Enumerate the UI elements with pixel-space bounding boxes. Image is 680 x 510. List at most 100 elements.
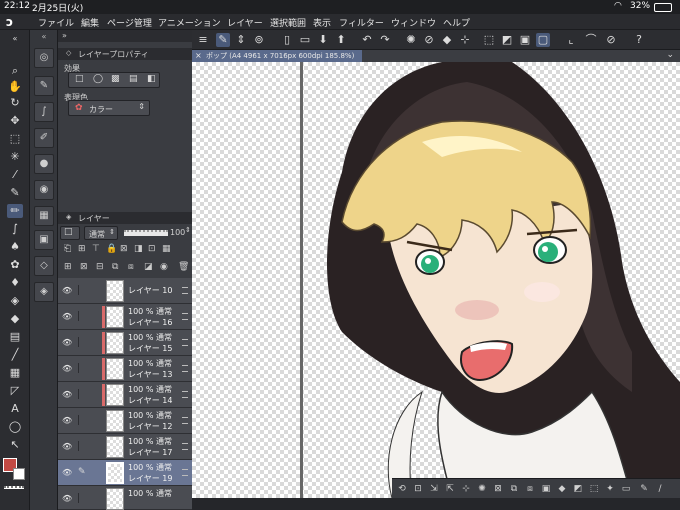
eye-icon[interactable]: 👁 [62,442,72,451]
collapse-icon[interactable]: « [30,32,58,41]
deselect-icon[interactable]: ⬚ [482,33,496,47]
line-icon[interactable]: ╱ [7,348,23,362]
chevron-updown-icon[interactable]: ⇕ [234,33,248,47]
opacity-value[interactable]: 100 [170,228,185,237]
color-set-icon[interactable]: ▦ [34,206,54,226]
tone-effect-icon[interactable]: ◯ [93,74,103,84]
eye-icon[interactable]: 👁 [62,338,72,347]
transform-icon[interactable]: ⊹ [458,33,472,47]
show-selection-icon[interactable]: ▣ [518,33,532,47]
tone-icon[interactable]: ◩ [572,483,584,495]
hand-icon[interactable]: ✋ [7,80,23,94]
save-icon[interactable]: ⬇ [316,33,330,47]
new-vector-layer-icon[interactable]: ⊠ [80,262,88,272]
mask-create-icon[interactable]: ◉ [160,262,168,272]
crop-icon[interactable]: ⊡ [412,483,424,495]
drag-handle-icon[interactable] [182,313,188,320]
help-icon[interactable]: ? [632,33,646,47]
snap-special-icon[interactable]: ⌒ [584,33,598,47]
snap-icon[interactable]: ▢ [536,33,550,47]
history-icon[interactable]: ▣ [34,230,54,250]
eye-icon[interactable]: 👁 [62,468,72,477]
drag-handle-icon[interactable] [182,391,188,398]
layer-row[interactable]: 👁 100 % 通常 レイヤー 12 [58,408,192,434]
eye-icon[interactable]: 👁 [62,494,72,503]
fill-icon[interactable]: ◆ [556,483,568,495]
mask-icon[interactable]: ◨ [134,244,143,254]
blend-mode-select[interactable]: 通常 ⇕ [84,226,118,240]
eye-icon[interactable]: 👁 [62,416,72,425]
chevron-down-icon[interactable]: ⌄ [666,50,674,60]
frame-icon[interactable]: ▦ [7,366,23,380]
layer-row[interactable]: 👁 レイヤー 10 [58,278,192,304]
sub-color-swatch[interactable] [13,468,25,480]
invert-selection-icon[interactable]: ◩ [500,33,514,47]
tool-property-icon[interactable]: ✐ [34,128,54,148]
menu-filter[interactable]: フィルター [339,16,384,29]
rotate-icon[interactable]: ↻ [7,96,23,110]
rotate-left-icon[interactable]: ⟲ [396,483,408,495]
transparent-color-swatch[interactable] [4,486,24,489]
menu-view[interactable]: 表示 [313,16,331,29]
clip-icon[interactable]: ⎗ [64,244,71,254]
chevron-updown-icon[interactable]: ⇕ [185,226,191,234]
collapse-icon[interactable]: « [7,32,23,46]
layer-row[interactable]: 👁 100 % 通常 レイヤー 17 [58,434,192,460]
redo-icon[interactable]: ↷ [378,33,392,47]
navigator-icon[interactable]: ◎ [34,48,54,68]
draft-icon[interactable]: ⊤ [92,244,100,254]
eraser-icon[interactable]: ◈ [7,294,23,308]
select-icon[interactable]: ⬚ [7,132,23,146]
menu-file[interactable]: ファイル [38,16,74,29]
balloon-icon[interactable]: ◯ [7,420,23,434]
new-raster-layer-icon[interactable]: ⊞ [64,262,72,272]
drag-handle-icon[interactable] [182,287,188,294]
layer-row[interactable]: 👁 100 % 通常 レイヤー 16 [58,304,192,330]
border-effect-icon[interactable]: □ [75,74,84,84]
move-icon[interactable]: ✥ [7,114,23,128]
transfer-down-icon[interactable]: ⧉ [112,262,118,272]
loading-icon[interactable]: ✺ [476,483,488,495]
border-icon[interactable]: ▭ [620,483,632,495]
magic-wand-icon[interactable]: ✳ [7,150,23,164]
airbrush-icon[interactable]: ♠ [7,240,23,254]
pen-icon[interactable]: ✎ [638,483,650,495]
opacity-slider[interactable] [124,230,168,236]
brush-icon[interactable]: ∫ [7,222,23,236]
menu-layer[interactable]: レイヤー [227,16,263,29]
brush-icon[interactable]: ∕ [654,483,666,495]
layer-mode-select[interactable]: □ [60,226,80,240]
blend-icon[interactable]: ♦ [7,276,23,290]
eye-icon[interactable]: 👁 [62,364,72,373]
pen-pressure-icon[interactable]: ✎ [216,33,230,47]
quick-access-icon[interactable]: ⊚ [252,33,266,47]
zoom-icon[interactable]: ⌕ [7,64,23,78]
transform-icon[interactable]: ⊹ [460,483,472,495]
app-logo-icon[interactable]: ↄ [6,15,20,29]
extract-line-icon[interactable]: ◧ [147,74,156,84]
merge-icon[interactable]: ◪ [144,262,153,272]
shrink-icon[interactable]: ⇲ [428,483,440,495]
layer-row[interactable]: 👁 100 % 通常 レイヤー 13 [58,356,192,382]
combine-down-icon[interactable]: ⧈ [128,262,134,272]
selection-icon[interactable]: ⬚ [588,483,600,495]
eye-icon[interactable]: 👁 [62,286,72,295]
canvas[interactable] [192,62,680,498]
menu-window[interactable]: ウィンドウ [391,16,436,29]
menu-help[interactable]: ヘルプ [443,16,470,29]
expand-icon[interactable]: ⇱ [444,483,456,495]
drag-handle-icon[interactable] [182,339,188,346]
open-folder-icon[interactable]: ▭ [298,33,312,47]
close-icon[interactable]: × [195,50,202,62]
layer-row[interactable]: 👁 100 % 通常 レイヤー 15 [58,330,192,356]
menu-page[interactable]: ページ管理 [107,16,152,29]
stamp-icon[interactable]: ✦ [604,483,616,495]
loading-icon[interactable]: ✺ [404,33,418,47]
export-icon[interactable]: ⬆ [334,33,348,47]
new-folder-icon[interactable]: ⊟ [96,262,104,272]
document-tab[interactable]: × ポップ (A4 4961 x 7016px 600dpi 185.8%) [192,50,362,62]
drag-handle-icon[interactable] [182,365,188,372]
undo-icon[interactable]: ↶ [360,33,374,47]
eye-icon[interactable]: 👁 [62,312,72,321]
object-icon[interactable]: ↖ [7,438,23,452]
